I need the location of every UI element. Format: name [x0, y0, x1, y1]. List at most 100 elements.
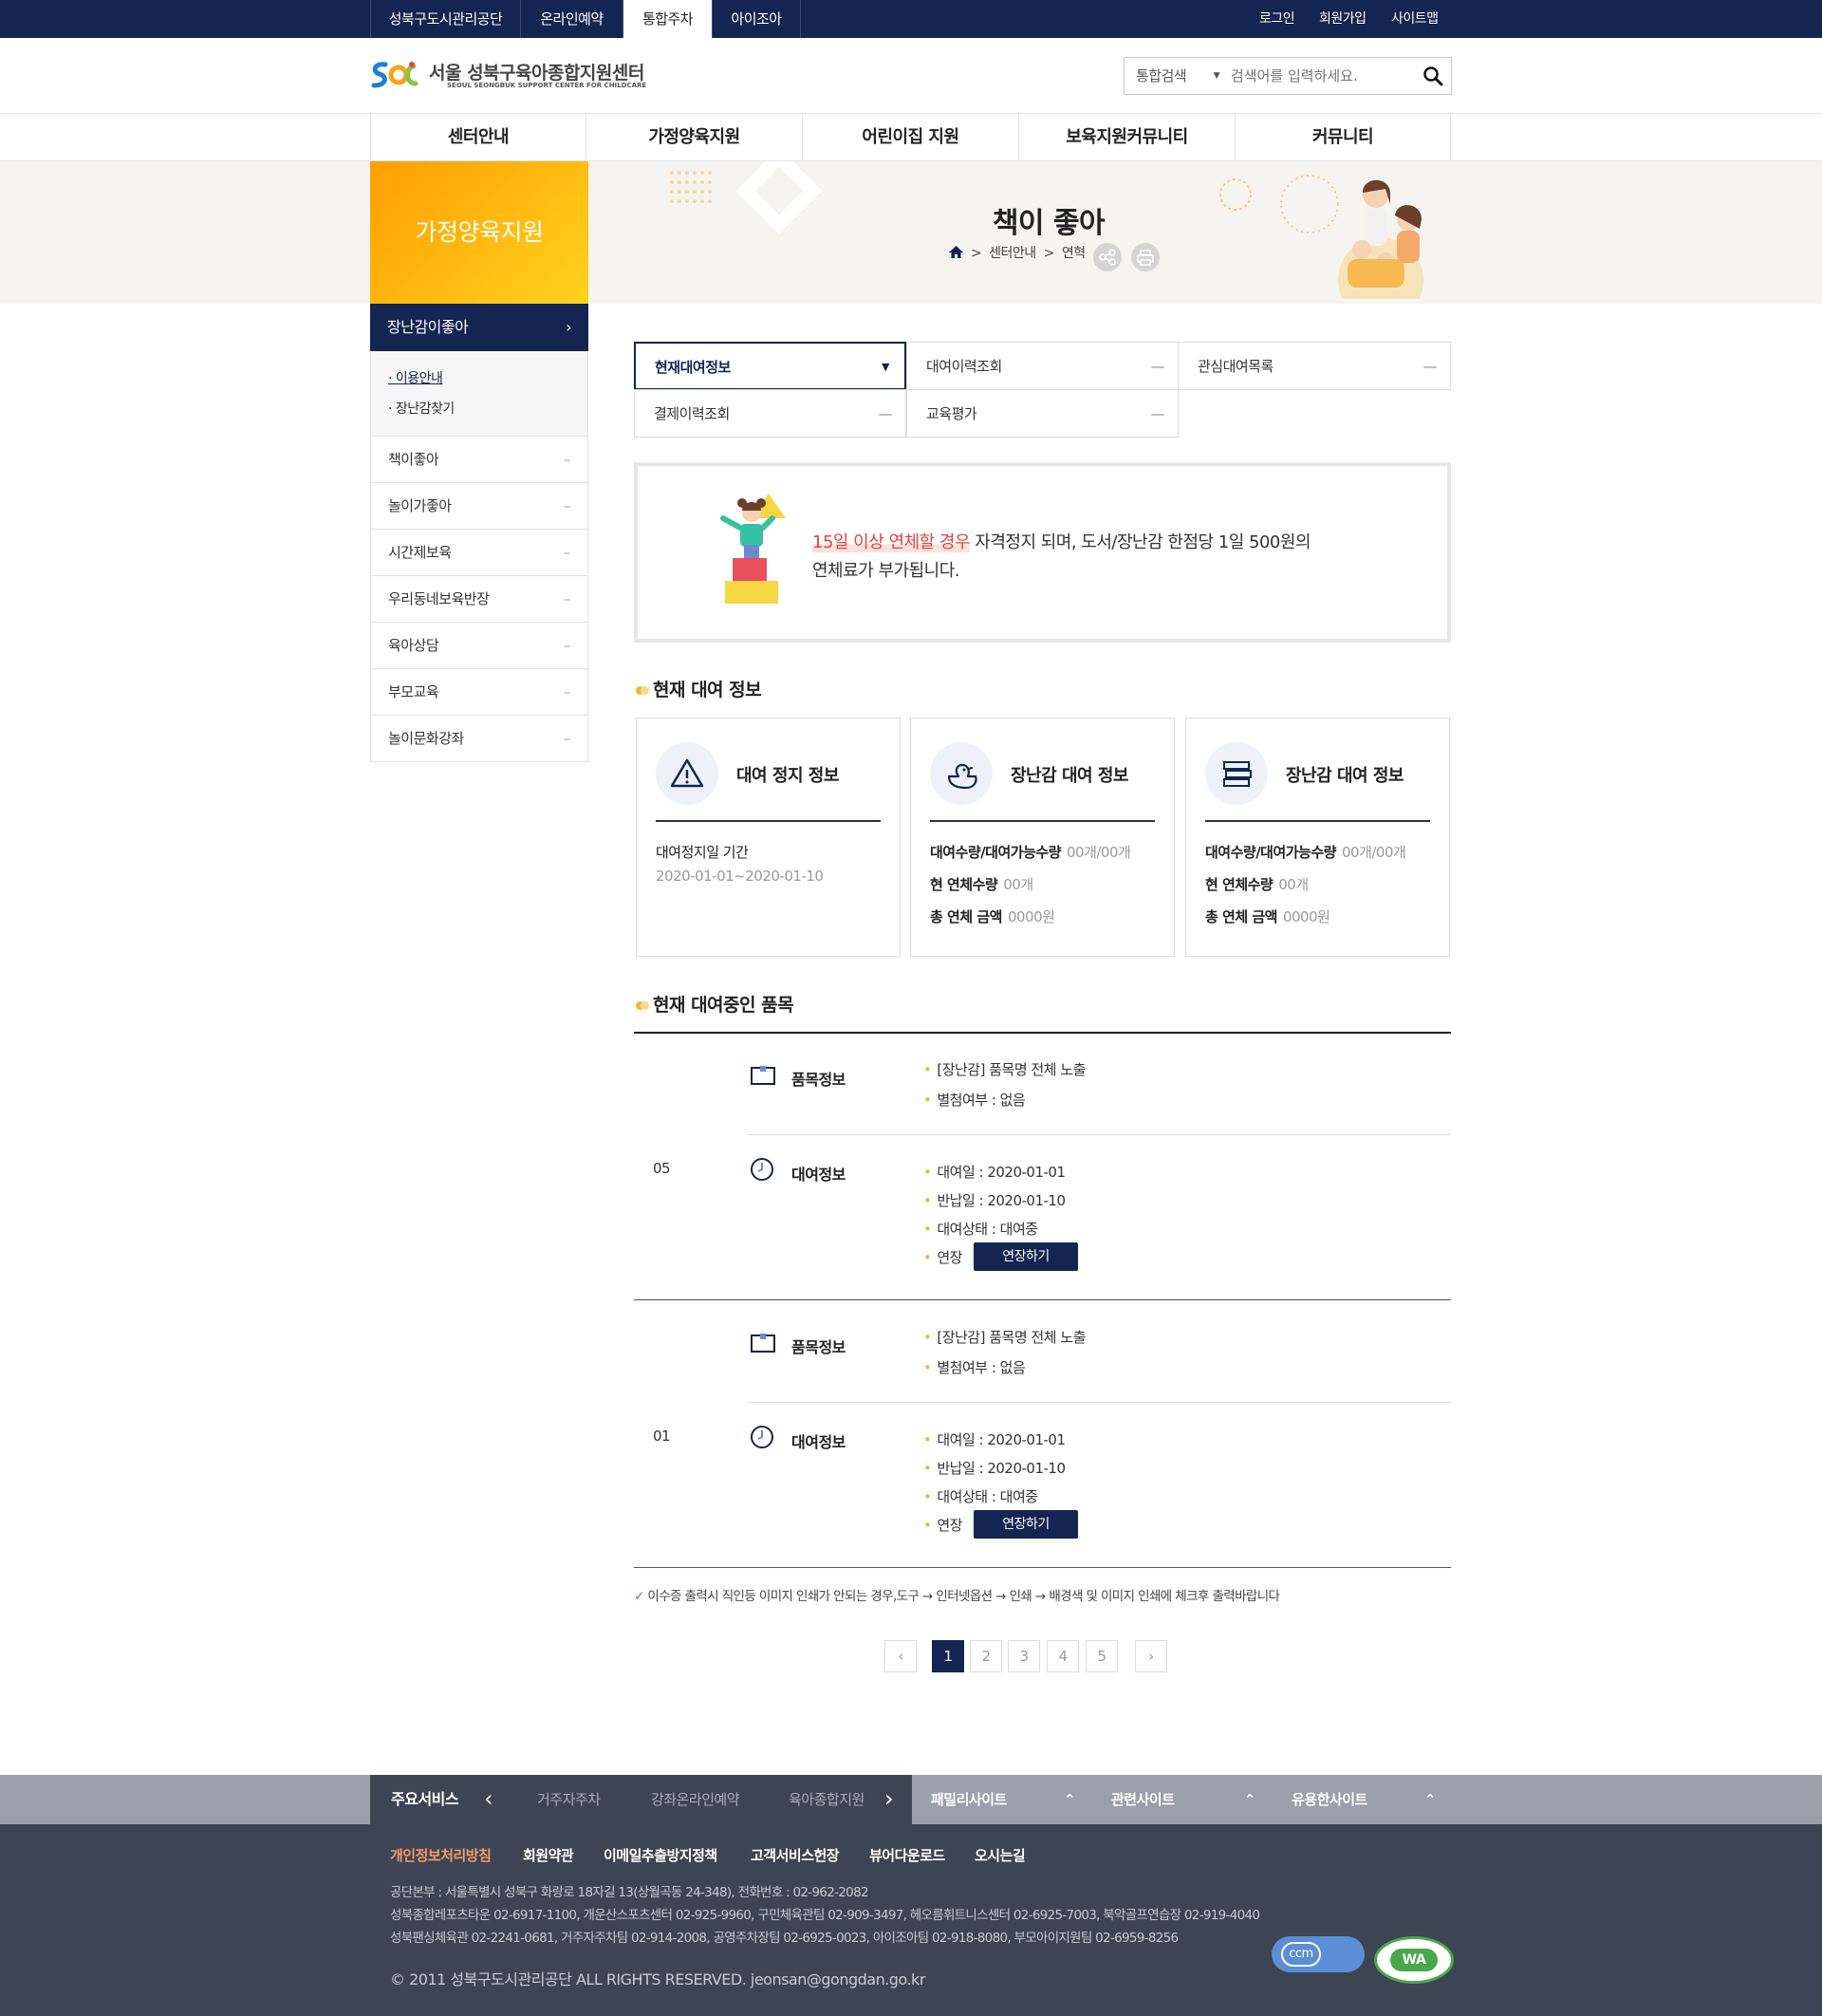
- gnb-childcare-community[interactable]: 보육지원커뮤니티: [1018, 114, 1235, 161]
- chevron-up-icon: ⌃: [1243, 1791, 1256, 1808]
- wa-badge: WA: [1374, 1936, 1454, 1984]
- section-title-current-rental: 현재 대여 정보: [636, 676, 762, 701]
- tab-payment-history[interactable]: 결제이력조회 —: [634, 389, 906, 438]
- box-icon: [750, 1065, 776, 1090]
- decorative-pattern: [670, 161, 823, 234]
- books-icon: [1205, 742, 1268, 805]
- footer-address: 공단본부 : 서울특별시 성북구 화랑로 18자길 13(상월곡동 24-348…: [390, 1885, 869, 1900]
- toplink-aijoa[interactable]: 아이조아: [712, 0, 801, 38]
- card-toy-rental: 장난감 대여 정보 대여수량/대여가능수량 00개/00개 현 연체수량 00개 총…: [910, 718, 1175, 957]
- prev-page-button[interactable]: ‹: [884, 1640, 917, 1672]
- print-icon[interactable]: [1131, 243, 1160, 271]
- sitemap-link[interactable]: 사이트맵: [1391, 0, 1439, 38]
- sidebar-active-item[interactable]: 장난감이좋아 ›: [370, 304, 588, 351]
- logo-mark-icon: [371, 62, 418, 88]
- warning-icon: [656, 742, 718, 805]
- page-4[interactable]: 4: [1047, 1640, 1079, 1672]
- sidebar-item-neighborhood[interactable]: 우리동네보육반장 –: [370, 576, 588, 623]
- chevron-right-icon: ›: [1148, 1648, 1154, 1665]
- card-row: 현 연체수량 00개: [1205, 876, 1309, 893]
- gnb-home-parenting[interactable]: 가정양육지원: [586, 114, 802, 161]
- gnb-community[interactable]: 커뮤니티: [1235, 114, 1451, 161]
- footer-address: 성북종합레포츠타운 02-6917-1100, 개운산스포츠센터 02-925-…: [390, 1908, 1260, 1923]
- breadcrumb-item[interactable]: 센터안내: [989, 246, 1036, 261]
- viewer-download-link[interactable]: 뷰어다운로드: [869, 1845, 945, 1865]
- sidebar-item-hourly-care[interactable]: 시간제보육 –: [370, 530, 588, 576]
- side-title-box: 가정양육지원: [370, 161, 588, 304]
- service-link[interactable]: 강좌온라인예약: [651, 1775, 740, 1824]
- header: 서울 성북구육아종합지원센터 SEOUL SEONGBUK SUPPORT CE…: [0, 38, 1822, 114]
- sidebar-item-play[interactable]: 놀이가좋아 –: [370, 483, 588, 530]
- directions-link[interactable]: 오시는길: [975, 1845, 1026, 1865]
- share-icon[interactable]: [1093, 243, 1122, 271]
- logo-subtitle: SEOUL SEONGBUK SUPPORT CENTER FOR CHILDC…: [447, 82, 647, 89]
- sidebar-item-books[interactable]: 책이좋아 –: [370, 437, 588, 483]
- box-icon: [750, 1333, 776, 1357]
- email-policy-link[interactable]: 이메일추출방지정책: [604, 1845, 717, 1865]
- useful-site-select[interactable]: 유용한사이트 ⌃: [1273, 1775, 1453, 1824]
- sidebar-sub-find-toy[interactable]: · 장난감찾기: [388, 399, 455, 418]
- service-link[interactable]: 육아종합지원: [789, 1775, 865, 1824]
- search-icon[interactable]: [1422, 65, 1443, 86]
- card-row: 대여수량/대여가능수량 00개/00개: [930, 844, 1131, 861]
- card-row: 총 연체 금액 0000원: [1205, 908, 1330, 925]
- chevron-right-icon[interactable]: ›: [884, 1775, 894, 1822]
- chevron-up-icon: ⌃: [1063, 1791, 1076, 1808]
- rental-number: 01: [653, 1428, 671, 1445]
- caret-down-icon: ▼: [882, 361, 889, 373]
- card-row: 현 연체수량 00개: [930, 876, 1033, 893]
- service-charter-link[interactable]: 고객서비스헌장: [751, 1845, 840, 1865]
- tab-edu-evaluation[interactable]: 교육평가 —: [906, 389, 1179, 438]
- notice-text: 15일 이상 연체할 경우 자격정지 되며, 도서/장난감 한점당 1일 500…: [812, 532, 1311, 581]
- gnb-daycare-support[interactable]: 어린이집 지원: [802, 114, 1018, 161]
- chevron-left-icon: ‹: [898, 1648, 903, 1665]
- ccm-badge: ccm: [1272, 1936, 1365, 1972]
- card-suspension: 대여 정지 정보 대여정지일 기간 2020-01-01~2020-01-10: [636, 718, 901, 957]
- page-1[interactable]: 1: [932, 1640, 964, 1672]
- main-navigation: 센터안내 가정양육지원 어린이집 지원 보육지원커뮤니티 커뮤니티: [0, 114, 1822, 161]
- breadcrumb: > 센터안내 > 연혁: [949, 243, 1086, 262]
- section-title-rented-items: 현재 대여중인 품목: [636, 991, 794, 1017]
- join-link[interactable]: 회원가입: [1319, 0, 1366, 38]
- extend-button[interactable]: 연장하기: [974, 1510, 1078, 1539]
- page-2[interactable]: 2: [970, 1640, 1002, 1672]
- sidebar-item-play-culture[interactable]: 놀이문화강좌 –: [370, 716, 588, 762]
- login-link[interactable]: 로그인: [1259, 0, 1295, 38]
- tab-current-rental[interactable]: 현재대여정보 ▼: [634, 342, 906, 390]
- search-box: 통합검색 ▼: [1124, 57, 1452, 95]
- service-link[interactable]: 거주자주차: [537, 1775, 601, 1824]
- sidebar-item-counseling[interactable]: 육아상담 –: [370, 623, 588, 669]
- chevron-right-icon: ›: [566, 318, 571, 336]
- sidebar-item-parent-edu[interactable]: 부모교육 –: [370, 669, 588, 716]
- home-icon[interactable]: [949, 246, 963, 261]
- related-site-select[interactable]: 관련사이트 ⌃: [1092, 1775, 1273, 1824]
- site-logo[interactable]: 서울 성북구육아종합지원센터 SEOUL SEONGBUK SUPPORT CE…: [368, 57, 653, 95]
- family-site-select[interactable]: 패밀리사이트 ⌃: [912, 1775, 1092, 1824]
- extend-button[interactable]: 연장하기: [974, 1242, 1078, 1271]
- toplink-online-reservation[interactable]: 온라인예약: [520, 0, 623, 38]
- suspension-period: 2020-01-01~2020-01-10: [656, 868, 824, 885]
- gnb-center-info[interactable]: 센터안내: [370, 114, 586, 161]
- privacy-policy-link[interactable]: 개인정보처리방침: [390, 1845, 492, 1865]
- sidebar-sub-usage[interactable]: · 이용안내: [388, 368, 443, 387]
- card-toy-rental-2: 장난감 대여 정보 대여수량/대여가능수량 00개/00개 현 연체수량 00개 총…: [1185, 718, 1450, 957]
- toplink-gongdan[interactable]: 성북구도시관리공단: [370, 0, 520, 38]
- clock-icon: [750, 1425, 774, 1453]
- terms-link[interactable]: 회원약관: [523, 1845, 574, 1865]
- tab-wishlist[interactable]: 관심대여목록 —: [1178, 342, 1451, 390]
- breadcrumb-item[interactable]: 연혁: [1062, 246, 1086, 261]
- notice-highlight: 15일 이상 연체할 경우: [812, 532, 971, 552]
- caret-down-icon: ▼: [1213, 71, 1220, 81]
- toplink-parking[interactable]: 통합주차: [623, 0, 712, 38]
- page-5[interactable]: 5: [1086, 1640, 1118, 1672]
- next-page-button[interactable]: ›: [1135, 1640, 1167, 1672]
- rental-number: 05: [653, 1160, 671, 1177]
- page-3[interactable]: 3: [1008, 1640, 1040, 1672]
- tab-rental-history[interactable]: 대여이력조회 —: [906, 342, 1179, 390]
- search-scope-select[interactable]: 통합검색 ▼: [1125, 58, 1229, 94]
- chevron-left-icon[interactable]: ‹: [484, 1775, 493, 1822]
- main-services: 주요서비스 ‹ 거주자주차 강좌온라인예약 육아종합지원 ›: [370, 1775, 912, 1824]
- search-input[interactable]: [1231, 63, 1402, 89]
- side-title: 가정양육지원: [415, 218, 544, 246]
- footer-service-bar: 주요서비스 ‹ 거주자주차 강좌온라인예약 육아종합지원 › 패밀리사이트 ⌃ 관…: [0, 1775, 1822, 1824]
